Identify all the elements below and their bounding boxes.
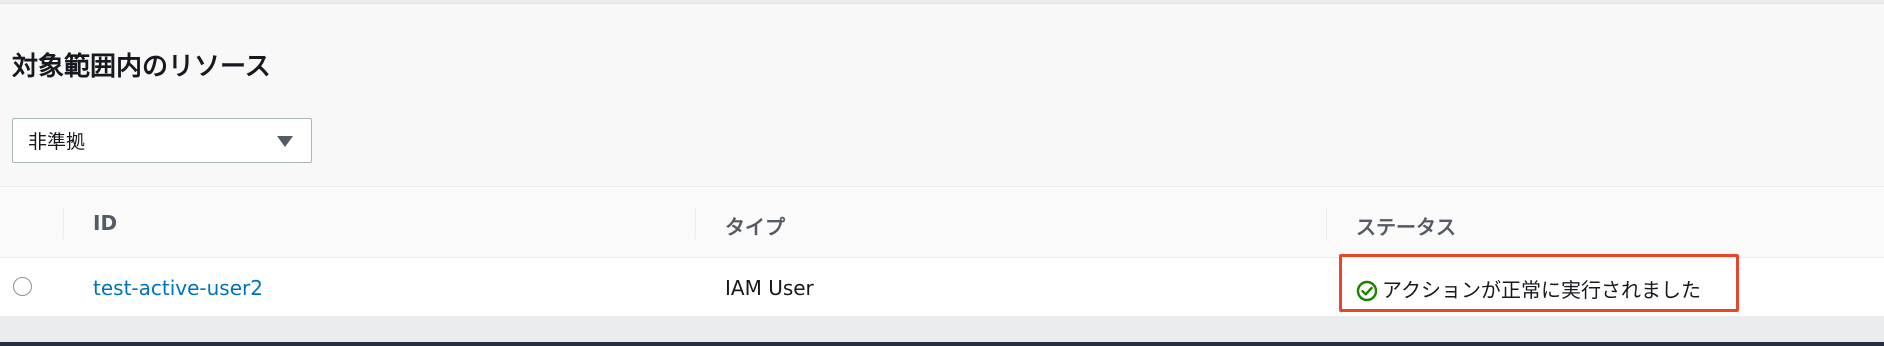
column-header-id[interactable]: ID	[93, 211, 117, 235]
column-header-type[interactable]: タイプ	[725, 211, 785, 240]
resources-panel: 対象範囲内のリソース 非準拠 ID タイプ ステータス test-active-…	[0, 4, 1884, 320]
resource-id-link[interactable]: test-active-user2	[93, 276, 263, 300]
column-header-status[interactable]: ステータス	[1356, 211, 1456, 240]
table-header: ID タイプ ステータス	[0, 186, 1884, 258]
compliance-filter-select[interactable]: 非準拠	[12, 118, 312, 163]
bottom-bar	[0, 316, 1884, 342]
caret-down-icon	[277, 136, 293, 147]
filter-selected-value: 非準拠	[28, 131, 86, 153]
column-divider[interactable]	[63, 207, 64, 239]
resource-type: IAM User	[725, 276, 814, 300]
row-select-radio[interactable]	[13, 277, 32, 296]
status-text: アクションが正常に実行されました	[1382, 278, 1701, 302]
resource-status: アクションが正常に実行されました	[1356, 274, 1701, 303]
column-divider[interactable]	[695, 207, 696, 239]
bottom-edge	[0, 342, 1884, 346]
column-divider[interactable]	[1326, 207, 1327, 239]
check-circle-icon	[1356, 280, 1378, 301]
section-title: 対象範囲内のリソース	[12, 52, 271, 82]
